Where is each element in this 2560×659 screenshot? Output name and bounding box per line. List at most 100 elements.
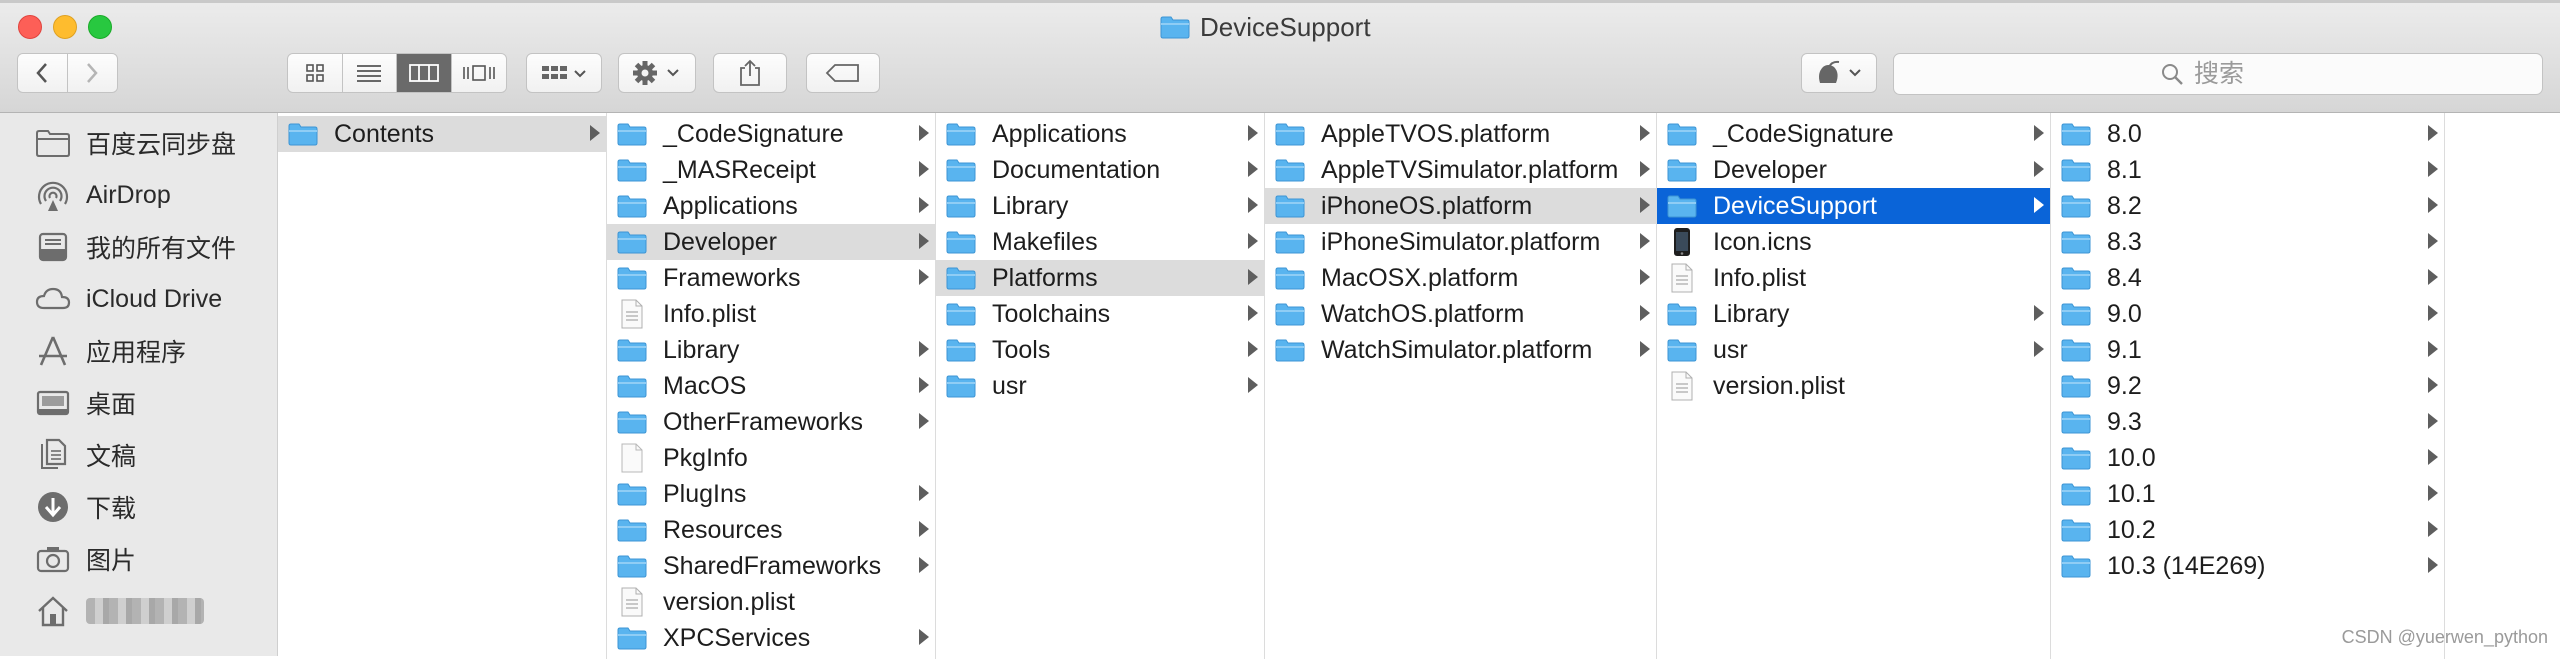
- back-button[interactable]: [18, 54, 68, 92]
- file-row[interactable]: 8.4: [2051, 260, 2444, 296]
- file-row[interactable]: Info.plist: [607, 296, 935, 332]
- file-row[interactable]: MacOS: [607, 368, 935, 404]
- file-row[interactable]: 8.0: [2051, 116, 2444, 152]
- file-row[interactable]: 10.3 (14E269): [2051, 548, 2444, 584]
- folder-icon: [1275, 119, 1305, 149]
- icon-view-button[interactable]: [288, 54, 343, 92]
- folder-icon: [1667, 335, 1697, 365]
- file-row[interactable]: Icon.icns: [1657, 224, 2050, 260]
- file-row[interactable]: 9.3: [2051, 404, 2444, 440]
- file-row[interactable]: 9.1: [2051, 332, 2444, 368]
- sidebar-item-pictures[interactable]: 图片: [34, 539, 136, 579]
- file-row[interactable]: Library: [936, 188, 1264, 224]
- file-row[interactable]: iPhoneOS.platform: [1265, 188, 1656, 224]
- sidebar-item-desktop[interactable]: 桌面: [34, 383, 136, 423]
- folder-icon: [946, 191, 976, 221]
- file-row[interactable]: Developer: [1657, 152, 2050, 188]
- file-row[interactable]: version.plist: [1657, 368, 2050, 404]
- file-row[interactable]: XPCServices: [607, 620, 935, 656]
- column-3[interactable]: Applications Documentation Library Makefile…: [936, 113, 1265, 659]
- file-row[interactable]: 9.2: [2051, 368, 2444, 404]
- file-row[interactable]: MacOSX.platform: [1265, 260, 1656, 296]
- action-button[interactable]: [618, 53, 696, 93]
- sidebar-item-documents[interactable]: 文稿: [34, 435, 136, 475]
- file-name: PlugIns: [663, 479, 747, 508]
- file-row[interactable]: version.plist: [607, 584, 935, 620]
- column-6[interactable]: 8.0 8.1 8.2 8.3 8.4 9.0 9.1 9.2 9.3 10.0 10.1 10.2 1…: [2051, 113, 2445, 659]
- group-icon: [542, 66, 586, 79]
- cover-flow-button[interactable]: [451, 54, 506, 92]
- file-row[interactable]: _CodeSignature: [607, 116, 935, 152]
- file-row[interactable]: Toolchains: [936, 296, 1264, 332]
- file-row[interactable]: Info.plist: [1657, 260, 2050, 296]
- file-row[interactable]: Applications: [936, 116, 1264, 152]
- file-row[interactable]: Resources: [607, 512, 935, 548]
- disclosure-arrow-icon: [919, 521, 929, 537]
- file-row[interactable]: usr: [936, 368, 1264, 404]
- file-row[interactable]: 8.2: [2051, 188, 2444, 224]
- file-row[interactable]: Frameworks: [607, 260, 935, 296]
- forward-button[interactable]: [67, 54, 117, 92]
- file-row[interactable]: PkgInfo: [607, 440, 935, 476]
- file-row[interactable]: WatchSimulator.platform: [1265, 332, 1656, 368]
- file-row[interactable]: usr: [1657, 332, 2050, 368]
- app-extension-button[interactable]: [1801, 53, 1877, 93]
- file-row[interactable]: SharedFrameworks: [607, 548, 935, 584]
- search-field[interactable]: [1893, 53, 2543, 95]
- file-row[interactable]: Tools: [936, 332, 1264, 368]
- search-input[interactable]: [2192, 58, 2276, 90]
- file-row[interactable]: _CodeSignature: [1657, 116, 2050, 152]
- folder-icon: [946, 119, 976, 149]
- file-row[interactable]: 10.0: [2051, 440, 2444, 476]
- file-row[interactable]: DeviceSupport: [1657, 188, 2050, 224]
- column-view-button[interactable]: [397, 54, 452, 92]
- file-row[interactable]: Makefiles: [936, 224, 1264, 260]
- sidebar-item-icloud[interactable]: iCloud Drive: [34, 279, 222, 319]
- file-row[interactable]: Documentation: [936, 152, 1264, 188]
- sidebar-item-all-files[interactable]: 我的所有文件: [34, 227, 236, 267]
- file-row[interactable]: Library: [607, 332, 935, 368]
- file-name: Tools: [992, 335, 1051, 364]
- file-row[interactable]: Applications: [607, 188, 935, 224]
- column-5[interactable]: _CodeSignature Developer DeviceSupport Icon…: [1657, 113, 2051, 659]
- sidebar-item-baidu[interactable]: 百度云同步盘: [34, 123, 236, 163]
- file-row[interactable]: WatchOS.platform: [1265, 296, 1656, 332]
- file-row[interactable]: AppleTVOS.platform: [1265, 116, 1656, 152]
- file-row[interactable]: PlugIns: [607, 476, 935, 512]
- column-1[interactable]: Contents: [278, 113, 607, 659]
- app-icon: [1819, 60, 1861, 83]
- file-row[interactable]: 10.1: [2051, 476, 2444, 512]
- column-4[interactable]: AppleTVOS.platform AppleTVSimulator.platf…: [1265, 113, 1657, 659]
- file-name: usr: [992, 371, 1027, 400]
- list-view-button[interactable]: [342, 54, 397, 92]
- file-row[interactable]: 8.1: [2051, 152, 2444, 188]
- group-by-button[interactable]: [526, 53, 602, 93]
- disclosure-arrow-icon: [1640, 269, 1650, 285]
- sidebar-item-applications[interactable]: 应用程序: [34, 331, 186, 371]
- disclosure-arrow-icon: [2428, 521, 2438, 537]
- file-row[interactable]: _MASReceipt: [607, 152, 935, 188]
- tag-button[interactable]: [806, 53, 880, 93]
- file-row[interactable]: iPhoneSimulator.platform: [1265, 224, 1656, 260]
- file-row[interactable]: Library: [1657, 296, 2050, 332]
- file-row[interactable]: Contents: [278, 116, 606, 152]
- file-row[interactable]: 9.0: [2051, 296, 2444, 332]
- sidebar-item-downloads[interactable]: 下载: [34, 487, 136, 527]
- column-2[interactable]: _CodeSignature _MASReceipt Applications Dev…: [607, 113, 936, 659]
- file-row[interactable]: Platforms: [936, 260, 1264, 296]
- file-row[interactable]: OtherFrameworks: [607, 404, 935, 440]
- minimize-window-button[interactable]: [53, 15, 77, 39]
- toolbar: DeviceSupport: [0, 0, 2560, 113]
- file-row[interactable]: AppleTVSimulator.platform: [1265, 152, 1656, 188]
- file-row[interactable]: Developer: [607, 224, 935, 260]
- plist-file-icon: [1667, 263, 1697, 293]
- folder-icon: [2061, 515, 2091, 545]
- close-window-button[interactable]: [18, 15, 42, 39]
- sidebar-item-airdrop[interactable]: AirDrop: [34, 175, 171, 215]
- folder-icon: [2061, 263, 2091, 293]
- file-row[interactable]: 10.2: [2051, 512, 2444, 548]
- file-row[interactable]: 8.3: [2051, 224, 2444, 260]
- sidebar-item-home[interactable]: [34, 591, 204, 631]
- zoom-window-button[interactable]: [88, 15, 112, 39]
- share-button[interactable]: [713, 53, 787, 93]
